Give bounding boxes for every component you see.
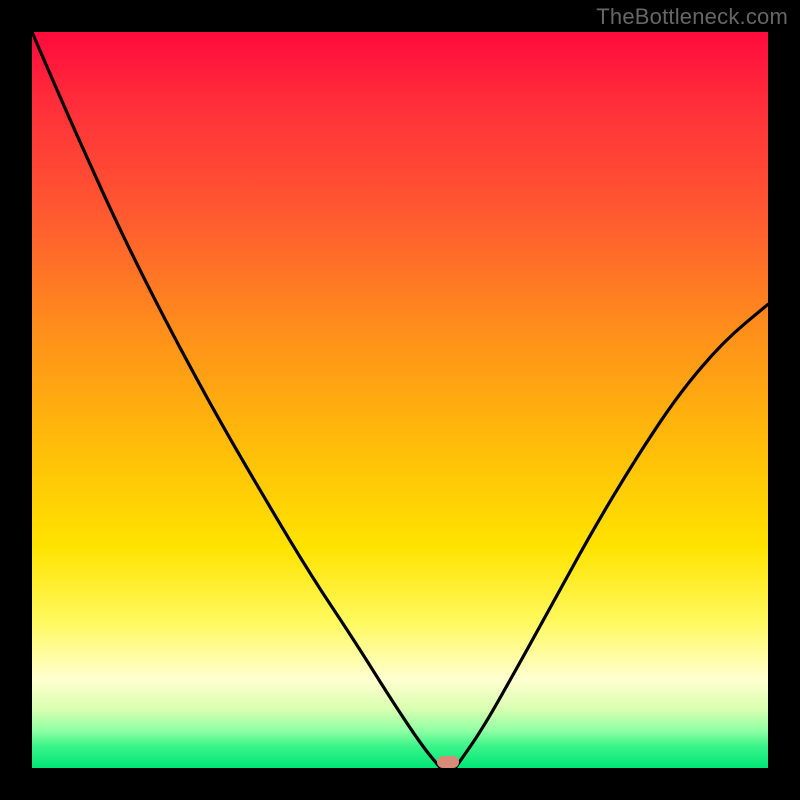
curve-svg bbox=[32, 32, 768, 768]
plot-area bbox=[32, 32, 768, 768]
minimum-marker bbox=[437, 756, 459, 768]
watermark-text: TheBottleneck.com bbox=[596, 4, 788, 30]
bottleneck-curve bbox=[32, 32, 768, 768]
chart-frame: TheBottleneck.com bbox=[0, 0, 800, 800]
